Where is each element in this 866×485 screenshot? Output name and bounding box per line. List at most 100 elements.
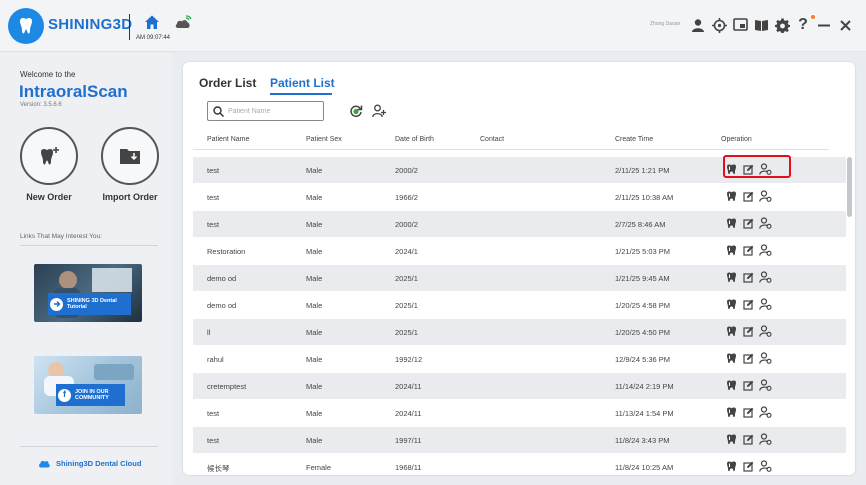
- table-row[interactable]: demo od Male 2025/1 1/21/25 9:45 AM: [193, 265, 846, 291]
- edit-icon[interactable]: [741, 297, 755, 311]
- table-row[interactable]: test Male 1966/2 2/11/25 10:38 AM: [193, 184, 846, 210]
- scan-tooth-icon[interactable]: [724, 297, 738, 311]
- screen-icon[interactable]: [731, 16, 749, 34]
- user-icon[interactable]: [689, 16, 707, 34]
- patient-settings-icon[interactable]: [758, 459, 772, 473]
- dental-cloud-link[interactable]: Shining3D Dental Cloud: [38, 459, 141, 468]
- community-banner[interactable]: f JOIN IN OUR COMMUNITY: [34, 356, 142, 414]
- table-row[interactable]: test Male 2000/2 2/7/25 8:46 AM: [193, 211, 846, 237]
- table-row[interactable]: ll Male 2025/1 1/20/25 4:50 PM: [193, 319, 846, 345]
- edit-icon[interactable]: [741, 378, 755, 392]
- cell-create-time: 11/8/24 3:43 PM: [615, 436, 670, 445]
- help-icon[interactable]: ?: [794, 16, 812, 34]
- patient-settings-icon[interactable]: [758, 162, 772, 176]
- patient-list-panel: Order List Patient List Patient Name Pat…: [183, 62, 855, 475]
- cell-create-time: 2/11/25 1:21 PM: [615, 166, 670, 175]
- table-row[interactable]: test Male 2000/2 2/11/25 1:21 PM: [193, 155, 846, 183]
- table-row[interactable]: test Male 2024/11 11/13/24 1:54 PM: [193, 400, 846, 426]
- patient-settings-icon[interactable]: [758, 270, 772, 284]
- cell-patient-sex: Male: [306, 301, 323, 310]
- table-row[interactable]: 候长琴 Female 1968/11 11/8/24 10:25 AM: [193, 454, 846, 475]
- column-header-sex[interactable]: Patient Sex: [306, 136, 342, 143]
- tooth-logo-icon: [8, 8, 44, 44]
- edit-icon[interactable]: [741, 216, 755, 230]
- cell-patient-name: test: [207, 436, 220, 445]
- cell-create-time: 2/11/25 10:38 AM: [615, 193, 674, 202]
- patient-settings-icon[interactable]: [758, 351, 772, 365]
- patient-settings-icon[interactable]: [758, 378, 772, 392]
- tab-patient-list[interactable]: Patient List: [270, 76, 335, 90]
- divider: [20, 446, 158, 447]
- cell-patient-sex: Male: [306, 328, 323, 337]
- scrollbar[interactable]: [847, 157, 852, 217]
- edit-icon[interactable]: [741, 162, 755, 176]
- cell-patient-name: test: [207, 409, 220, 418]
- column-header-dob[interactable]: Date of Birth: [395, 136, 434, 143]
- table-row[interactable]: demo od Male 2025/1 1/20/25 4:58 PM: [193, 292, 846, 318]
- cell-date-of-birth: 1997/11: [395, 436, 422, 445]
- gear-icon[interactable]: [773, 16, 791, 34]
- cell-date-of-birth: 2000/2: [395, 220, 418, 229]
- search-icon: [213, 105, 224, 117]
- column-header-name[interactable]: Patient Name: [207, 136, 249, 143]
- edit-icon[interactable]: [741, 432, 755, 446]
- scan-tooth-icon[interactable]: [724, 162, 738, 176]
- cell-create-time: 1/21/25 9:45 AM: [615, 274, 670, 283]
- table-row[interactable]: rahul Male 1992/12 12/9/24 5:36 PM: [193, 346, 846, 372]
- cell-create-time: 1/20/25 4:58 PM: [615, 301, 671, 310]
- edit-icon[interactable]: [741, 270, 755, 284]
- patient-settings-icon[interactable]: [758, 216, 772, 230]
- sidebar: Welcome to the IntraoralScan Version: 3.…: [0, 53, 172, 485]
- scan-tooth-icon[interactable]: [724, 243, 738, 257]
- tutorial-banner[interactable]: SHINING 3D Dental Tutorial: [34, 264, 142, 322]
- scan-tooth-icon[interactable]: [724, 189, 738, 203]
- cell-patient-name: cretemptest: [207, 382, 247, 391]
- scan-tooth-icon[interactable]: [724, 270, 738, 284]
- table-row[interactable]: cretemptest Male 2024/11 11/14/24 2:19 PM: [193, 373, 846, 399]
- patient-settings-icon[interactable]: [758, 432, 772, 446]
- cell-create-time: 2/7/25 8:46 AM: [615, 220, 666, 229]
- edit-icon[interactable]: [741, 189, 755, 203]
- column-header-create-time[interactable]: Create Time: [615, 136, 653, 143]
- edit-icon[interactable]: [741, 405, 755, 419]
- edit-icon[interactable]: [741, 243, 755, 257]
- scan-tooth-icon[interactable]: [724, 324, 738, 338]
- patient-settings-icon[interactable]: [758, 324, 772, 338]
- scan-tooth-icon[interactable]: [724, 432, 738, 446]
- search-input[interactable]: [228, 107, 318, 115]
- book-icon[interactable]: [752, 16, 770, 34]
- scan-tooth-icon[interactable]: [724, 378, 738, 392]
- tab-order-list[interactable]: Order List: [199, 76, 256, 90]
- cell-date-of-birth: 2024/1: [395, 247, 418, 256]
- search-box[interactable]: [207, 101, 324, 121]
- edit-icon[interactable]: [741, 324, 755, 338]
- table-row[interactable]: test Male 1997/11 11/8/24 3:43 PM: [193, 427, 846, 453]
- scan-tooth-icon[interactable]: [724, 459, 738, 473]
- scan-tooth-icon[interactable]: [724, 405, 738, 419]
- new-order-button[interactable]: [20, 127, 78, 185]
- tooth-plus-icon: [41, 147, 59, 165]
- minimize-icon[interactable]: [815, 16, 833, 34]
- patient-settings-icon[interactable]: [758, 405, 772, 419]
- close-icon[interactable]: [836, 16, 854, 34]
- add-patient-icon[interactable]: [372, 104, 386, 123]
- scan-tooth-icon[interactable]: [724, 351, 738, 365]
- edit-icon[interactable]: [741, 459, 755, 473]
- patient-settings-icon[interactable]: [758, 189, 772, 203]
- refresh-icon[interactable]: [349, 104, 363, 123]
- import-order-button[interactable]: [101, 127, 159, 185]
- cell-patient-sex: Male: [306, 436, 323, 445]
- table-row[interactable]: Restoration Male 2024/1 1/21/25 5:03 PM: [193, 238, 846, 264]
- patient-settings-icon[interactable]: [758, 243, 772, 257]
- home-icon[interactable]: [144, 14, 160, 35]
- cell-patient-sex: Female: [306, 463, 332, 472]
- column-header-contact[interactable]: Contact: [480, 136, 504, 143]
- scan-tooth-icon[interactable]: [724, 216, 738, 230]
- cell-patient-name: test: [207, 166, 220, 175]
- patient-settings-icon[interactable]: [758, 297, 772, 311]
- cell-create-time: 11/14/24 2:19 PM: [615, 382, 674, 391]
- edit-icon[interactable]: [741, 351, 755, 365]
- cell-patient-name: demo od: [207, 301, 237, 310]
- target-icon[interactable]: [710, 16, 728, 34]
- cloud-wifi-icon[interactable]: [174, 14, 192, 35]
